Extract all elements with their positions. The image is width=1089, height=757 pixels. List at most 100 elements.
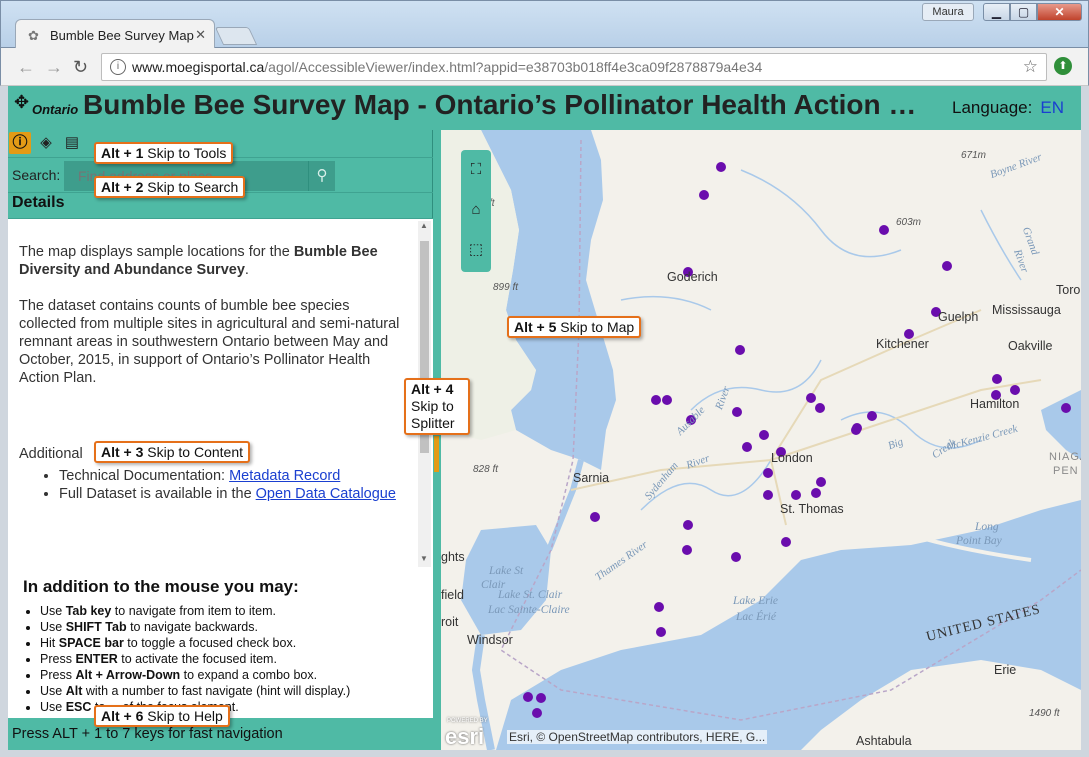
survey-point[interactable]	[732, 407, 742, 417]
hint-skip-to-content: Alt + 3 Skip to Content	[94, 441, 251, 463]
survey-point[interactable]	[523, 692, 533, 702]
scroll-up-icon[interactable]: ▲	[420, 221, 428, 230]
details-text: The map displays sample locations for th…	[19, 244, 294, 260]
extension-icon[interactable]: ⬆	[1054, 57, 1072, 75]
logo-text: Ontario	[32, 102, 79, 117]
details-content: The map displays sample locations for th…	[8, 219, 418, 569]
map-label: Erie	[994, 663, 1017, 677]
address-bar[interactable]: i www.moegisportal.ca/agol/AccessibleVie…	[101, 53, 1047, 81]
splitter-handle[interactable]	[434, 436, 439, 472]
survey-point[interactable]	[590, 512, 600, 522]
language-label: Language:	[952, 98, 1033, 117]
info-icon[interactable]: i	[110, 59, 126, 75]
help-list: Use Tab key to navigate from item to ite…	[22, 603, 433, 715]
bookmark-star-icon[interactable]: ☆	[1023, 57, 1038, 77]
left-panel: ⓘ ◈ ▤ Search: ⚲ Details The map displays…	[8, 130, 433, 750]
browser-titlebar: ✿ Bumble Bee Survey Map ✕ Maura ▁ ▢ ✕	[0, 0, 1089, 49]
survey-point[interactable]	[811, 488, 821, 498]
minimize-button[interactable]: ▁	[983, 3, 1010, 21]
map-label: Hamilton	[970, 397, 1020, 411]
search-label: Search:	[12, 167, 61, 183]
list-item: Use Alt with a number to fast navigate (…	[40, 683, 433, 699]
survey-point[interactable]	[735, 345, 745, 355]
map-label: NIAGA	[1049, 451, 1081, 463]
survey-point[interactable]	[731, 552, 741, 562]
survey-point[interactable]	[942, 261, 952, 271]
fullscreen-icon[interactable]: ⛶	[461, 150, 491, 190]
survey-point[interactable]	[699, 190, 709, 200]
language-selector: Language: EN	[952, 98, 1064, 118]
reload-icon[interactable]: ↻	[73, 57, 88, 78]
survey-point[interactable]	[852, 423, 862, 433]
legend-icon[interactable]: ▤	[61, 132, 83, 154]
hint-skip-to-search: Alt + 2 Skip to Search	[94, 176, 246, 198]
bee-favicon-icon: ✿	[28, 28, 39, 43]
details-icon[interactable]: ⓘ	[9, 132, 31, 154]
map-label: roit	[441, 615, 459, 629]
survey-point[interactable]	[716, 162, 726, 172]
survey-point[interactable]	[532, 708, 542, 718]
survey-point[interactable]	[1061, 403, 1071, 413]
forward-arrow-icon[interactable]: →	[45, 57, 63, 78]
close-window-button[interactable]: ✕	[1037, 3, 1082, 21]
dataset-label: Full Dataset is available in the	[59, 486, 256, 502]
survey-point[interactable]	[1010, 385, 1020, 395]
survey-point[interactable]	[651, 395, 661, 405]
survey-point[interactable]	[992, 374, 1002, 384]
details-paragraph-1: The map displays sample locations for th…	[19, 243, 406, 279]
home-icon[interactable]: ⌂	[461, 190, 491, 230]
maximize-button[interactable]: ▢	[1010, 3, 1037, 21]
details-text-end: .	[244, 262, 249, 278]
tab-close-icon[interactable]: ✕	[195, 27, 206, 43]
survey-point[interactable]	[806, 393, 816, 403]
survey-point[interactable]	[791, 490, 801, 500]
attribution-text[interactable]: Esri, © OpenStreetMap contributors, HERE…	[507, 730, 768, 744]
map-label: Lac Sainte-Claire	[488, 604, 570, 616]
hint-skip-to-help: Alt + 6 Skip to Help	[94, 705, 230, 727]
survey-point[interactable]	[742, 442, 752, 452]
survey-point[interactable]	[656, 627, 666, 637]
survey-point[interactable]	[879, 225, 889, 235]
app-title: Bumble Bee Survey Map - Ontario’s Pollin…	[83, 89, 917, 120]
esri-logo[interactable]: esri	[445, 724, 484, 750]
survey-point[interactable]	[815, 403, 825, 413]
map-label: 671m	[961, 150, 987, 161]
browser-toolbar: ← → ↻ i www.moegisportal.ca/agol/Accessi…	[0, 48, 1089, 86]
survey-point[interactable]	[682, 545, 692, 555]
browser-tab[interactable]: ✿ Bumble Bee Survey Map ✕	[15, 19, 215, 49]
map-label: Toro	[1056, 283, 1081, 297]
list-item: Full Dataset is available in the Open Da…	[59, 485, 406, 503]
url-host: www.moegisportal.ca	[132, 59, 265, 75]
app-page: ✥ Ontario Bumble Bee Survey Map - Ontari…	[8, 86, 1081, 750]
metadata-record-link[interactable]: Metadata Record	[229, 468, 340, 484]
language-code-link[interactable]: EN	[1040, 98, 1064, 117]
content-pane: The map displays sample locations for th…	[8, 218, 433, 718]
survey-point[interactable]	[763, 468, 773, 478]
open-data-catalogue-link[interactable]: Open Data Catalogue	[256, 486, 396, 502]
survey-point[interactable]	[816, 477, 826, 487]
survey-point[interactable]	[763, 490, 773, 500]
survey-point[interactable]	[662, 395, 672, 405]
help-title: In addition to the mouse you may:	[23, 577, 299, 596]
profile-badge[interactable]: Maura	[922, 3, 974, 21]
hint-skip-to-splitter: Alt + 4 Skip to Splitter	[404, 378, 470, 435]
new-tab-button[interactable]	[214, 27, 258, 45]
survey-point[interactable]	[654, 602, 664, 612]
map-label: Windsor	[467, 633, 513, 647]
map-label: Lake St	[489, 565, 524, 577]
map-view[interactable]: Goderich Kitchener Guelph Mississauga To…	[441, 130, 1081, 750]
survey-point[interactable]	[536, 693, 546, 703]
survey-point[interactable]	[781, 537, 791, 547]
map-label: Mississauga	[992, 303, 1061, 317]
extent-icon[interactable]: ⬚	[461, 230, 491, 270]
survey-point[interactable]	[759, 430, 769, 440]
map-label: Lake Erie	[733, 595, 779, 607]
search-icon[interactable]: ⚲	[308, 161, 335, 191]
layers-icon[interactable]: ◈	[35, 132, 57, 154]
survey-point[interactable]	[683, 520, 693, 530]
back-arrow-icon[interactable]: ←	[17, 57, 35, 78]
map-label: Kitchener	[876, 337, 929, 351]
survey-point[interactable]	[867, 411, 877, 421]
scroll-down-icon[interactable]: ▼	[420, 554, 428, 563]
map-label: London	[771, 451, 813, 465]
